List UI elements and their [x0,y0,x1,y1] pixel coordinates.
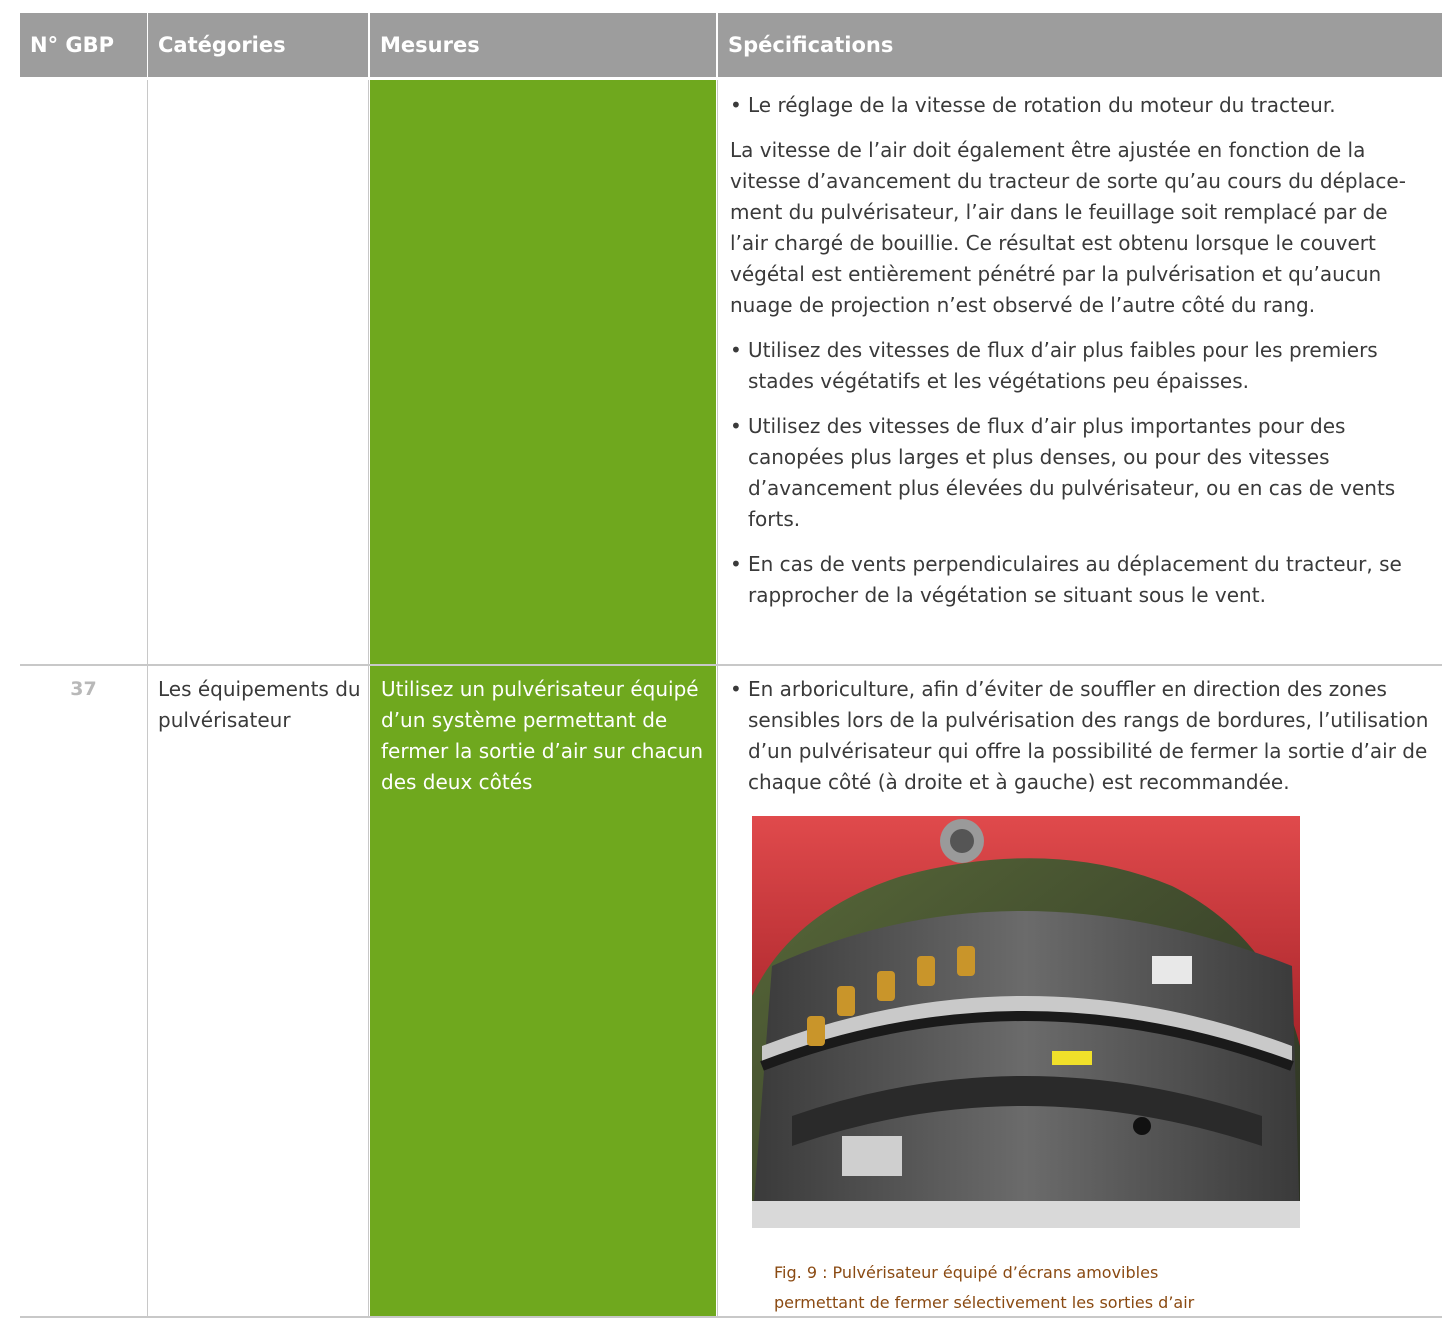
header-specifications: Spécifications [718,13,1442,77]
spec-bullet: Utilisez des vitesses de flux d’air plus… [730,411,1430,535]
spec-bullet: En arboriculture, afin d’éviter de souff… [730,674,1430,798]
gbp-number: 37 [70,678,97,700]
spec-paragraph: La vitesse de l’air doit également être … [730,138,1406,317]
header-mesures: Mesures [370,13,716,77]
sprayer-photo [752,816,1300,1228]
column-divider [368,80,369,1318]
column-divider [717,80,718,1318]
spec-bullet: Le réglage de la vitesse de rotation du … [730,90,1430,121]
row-divider [20,664,1442,666]
sprayer-photo-drawing [752,816,1300,1228]
column-divider [147,80,148,1318]
spec-bullet: Utilisez des vitesses de flux d’air plus… [730,335,1430,397]
category-cell: Les équipements du pulvérisateur [158,677,361,732]
header-num: N° GBP [20,13,147,77]
spec-continued: Le réglage de la vitesse de rotation du … [730,90,1430,611]
figure-caption: Fig. 9 : Pulvérisateur équipé d’écrans a… [774,1258,1334,1318]
spec-bullet: En cas de vents perpendiculaires au dépl… [730,549,1430,611]
caption-line: permettant de fermer sélectivement les s… [774,1293,1195,1312]
spec-row-37: En arboriculture, afin d’éviter de souff… [730,674,1430,798]
mesure-cell: Utilisez un pulvérisateur équipé d’un sy… [381,677,704,794]
caption-line: Fig. 9 : Pulvérisateur équipé d’écrans a… [774,1263,1159,1282]
header-categories: Catégories [148,13,368,77]
